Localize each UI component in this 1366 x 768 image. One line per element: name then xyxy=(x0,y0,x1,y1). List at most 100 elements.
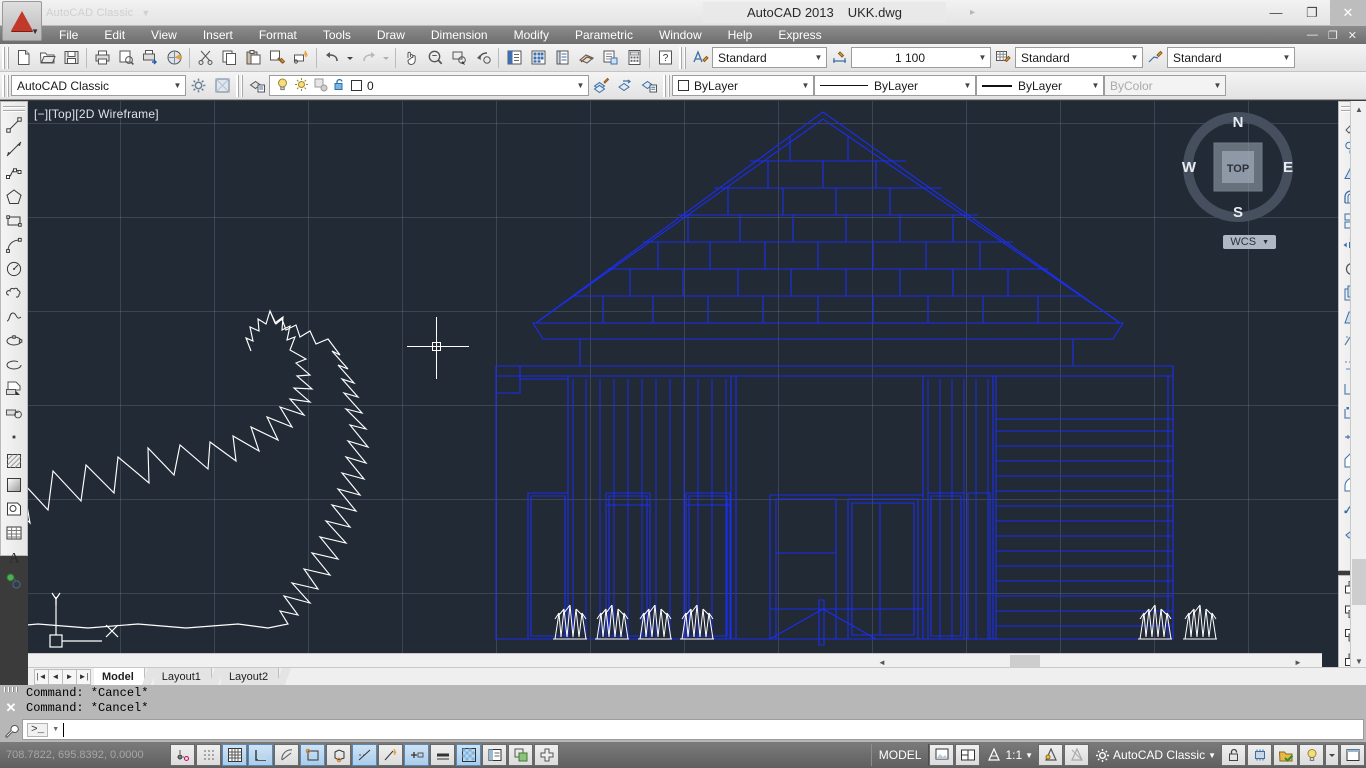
menu-item-express[interactable]: Express xyxy=(765,27,834,43)
menu-item-window[interactable]: Window xyxy=(646,27,715,43)
menu-item-insert[interactable]: Insert xyxy=(190,27,246,43)
cut-icon[interactable] xyxy=(193,46,217,70)
application-menu-button[interactable]: ▼ xyxy=(2,1,42,41)
drawing-status-icon[interactable] xyxy=(1273,744,1298,766)
table-style-icon[interactable] xyxy=(991,46,1015,70)
text-style-icon[interactable] xyxy=(688,46,712,70)
prev-tab-icon[interactable]: ◄ xyxy=(48,669,63,685)
zoom-realtime-icon[interactable] xyxy=(423,46,447,70)
vertical-scroll-thumb[interactable] xyxy=(1352,559,1366,605)
lineweight-toggle[interactable] xyxy=(430,744,455,766)
plot-preview-icon[interactable] xyxy=(114,46,138,70)
ortho-mode-toggle[interactable] xyxy=(248,744,273,766)
undo-icon[interactable] xyxy=(320,46,344,70)
menu-item-edit[interactable]: Edit xyxy=(91,27,138,43)
viewport-icon[interactable] xyxy=(955,744,980,766)
help-icon[interactable]: ? xyxy=(653,46,677,70)
chevron-down-icon[interactable]: ▼ xyxy=(573,76,588,95)
chevron-down-icon[interactable]: ▼ xyxy=(960,76,975,95)
workspace-switching-group[interactable]: AutoCAD Classic ▼ xyxy=(1090,744,1221,766)
close-button[interactable]: ✕ xyxy=(1330,0,1366,26)
menu-item-dimension[interactable]: Dimension xyxy=(418,27,501,43)
transparency-toggle[interactable] xyxy=(456,744,481,766)
chevron-down-icon[interactable]: ▼ xyxy=(141,8,150,18)
layer-isolate-icon[interactable] xyxy=(613,74,637,98)
rectangle-icon[interactable] xyxy=(2,209,26,233)
lineweight-combo[interactable]: ByLayer ▼ xyxy=(976,75,1104,96)
polar-tracking-toggle[interactable] xyxy=(274,744,299,766)
chevron-down-icon[interactable]: ▼ xyxy=(811,48,826,67)
chevron-down-icon[interactable]: ▼ xyxy=(798,76,813,95)
redo-icon[interactable] xyxy=(356,46,380,70)
snap-mode-toggle[interactable] xyxy=(196,744,221,766)
menu-item-format[interactable]: Format xyxy=(246,27,310,43)
open-icon[interactable] xyxy=(35,46,59,70)
properties-toolbar-grip[interactable] xyxy=(663,75,670,97)
layer-match-icon[interactable] xyxy=(637,74,661,98)
designcenter-icon[interactable] xyxy=(526,46,550,70)
styles-toolbar-grip[interactable] xyxy=(679,47,686,69)
command-input-row[interactable]: >_ ▼ xyxy=(22,719,1364,740)
revision-cloud-icon[interactable] xyxy=(2,281,26,305)
layer-properties-icon[interactable] xyxy=(245,74,269,98)
undo-dropdown-arrow-icon[interactable] xyxy=(344,46,356,70)
wcs-dropdown[interactable]: WCS ▼ xyxy=(1223,235,1276,249)
selection-cycling-toggle[interactable] xyxy=(508,744,533,766)
workspace-combo[interactable]: AutoCAD Classic ▼ xyxy=(11,75,186,96)
dimension-scale-combo[interactable]: 1 100 ▼ xyxy=(851,47,991,68)
linetype-combo[interactable]: ByLayer ▼ xyxy=(814,75,976,96)
redo-dropdown-arrow-icon[interactable] xyxy=(380,46,392,70)
menu-item-modify[interactable]: Modify xyxy=(501,27,562,43)
tool-palettes-icon[interactable] xyxy=(550,46,574,70)
gradient-icon[interactable] xyxy=(2,473,26,497)
layout-tab-layout2[interactable]: Layout2 xyxy=(221,668,279,685)
chevron-down-icon[interactable]: ▼ xyxy=(975,48,990,67)
command-input[interactable] xyxy=(68,722,1363,738)
arc-icon[interactable] xyxy=(2,233,26,257)
chevron-down-icon[interactable]: ▼ xyxy=(1088,76,1103,95)
new-icon[interactable] xyxy=(11,46,35,70)
layer-combo[interactable]: 0 ▼ xyxy=(269,75,589,96)
copy-icon[interactable] xyxy=(217,46,241,70)
coordinate-display[interactable]: 708.7822, 695.8392, 0.0000 xyxy=(0,749,170,761)
command-window-close-button[interactable]: ✕ xyxy=(6,700,17,716)
menu-item-tools[interactable]: Tools xyxy=(310,27,364,43)
make-block-icon[interactable] xyxy=(2,401,26,425)
doc-minimize-button[interactable]: — xyxy=(1304,29,1321,41)
match-properties-icon[interactable] xyxy=(265,46,289,70)
lightbulb-icon[interactable] xyxy=(275,77,290,95)
chevron-down-icon[interactable]: ▼ xyxy=(1208,751,1216,760)
doc-close-button[interactable]: ✕ xyxy=(1345,29,1360,42)
markup-icon[interactable] xyxy=(598,46,622,70)
toolbar-grip[interactable] xyxy=(2,47,9,69)
insert-block-icon[interactable] xyxy=(2,377,26,401)
object-snap-tracking-toggle[interactable] xyxy=(352,744,377,766)
chevron-down-icon[interactable]: ▼ xyxy=(52,726,59,733)
polyline-icon[interactable] xyxy=(2,161,26,185)
clean-screen-icon[interactable] xyxy=(1340,744,1365,766)
annotation-visibility-icon[interactable] xyxy=(1038,744,1063,766)
save-icon[interactable] xyxy=(59,46,83,70)
model-space-icon[interactable] xyxy=(929,744,954,766)
object-color-swatch[interactable] xyxy=(678,80,689,91)
minimize-button[interactable]: — xyxy=(1258,0,1294,26)
sheetset-icon[interactable] xyxy=(574,46,598,70)
dynamic-ucs-toggle[interactable] xyxy=(378,744,403,766)
sun-icon[interactable] xyxy=(294,77,309,95)
workspace-icon[interactable] xyxy=(210,74,234,98)
circle-icon[interactable] xyxy=(2,257,26,281)
plot-icon[interactable] xyxy=(90,46,114,70)
model-space-button[interactable]: MODEL xyxy=(871,744,930,766)
zoom-previous-icon[interactable] xyxy=(471,46,495,70)
block-editor-icon[interactable] xyxy=(289,46,313,70)
layer-previous-icon[interactable] xyxy=(589,74,613,98)
polygon-icon[interactable] xyxy=(2,185,26,209)
infer-constraints-toggle[interactable] xyxy=(170,744,195,766)
gear-icon[interactable] xyxy=(186,74,210,98)
color-combo[interactable]: ByLayer ▼ xyxy=(672,75,814,96)
ellipse-arc-icon[interactable] xyxy=(2,353,26,377)
next-tab-icon[interactable]: ► xyxy=(62,669,77,685)
line-icon[interactable] xyxy=(2,113,26,137)
layout-tab-layout1[interactable]: Layout1 xyxy=(154,668,212,685)
pan-icon[interactable] xyxy=(399,46,423,70)
